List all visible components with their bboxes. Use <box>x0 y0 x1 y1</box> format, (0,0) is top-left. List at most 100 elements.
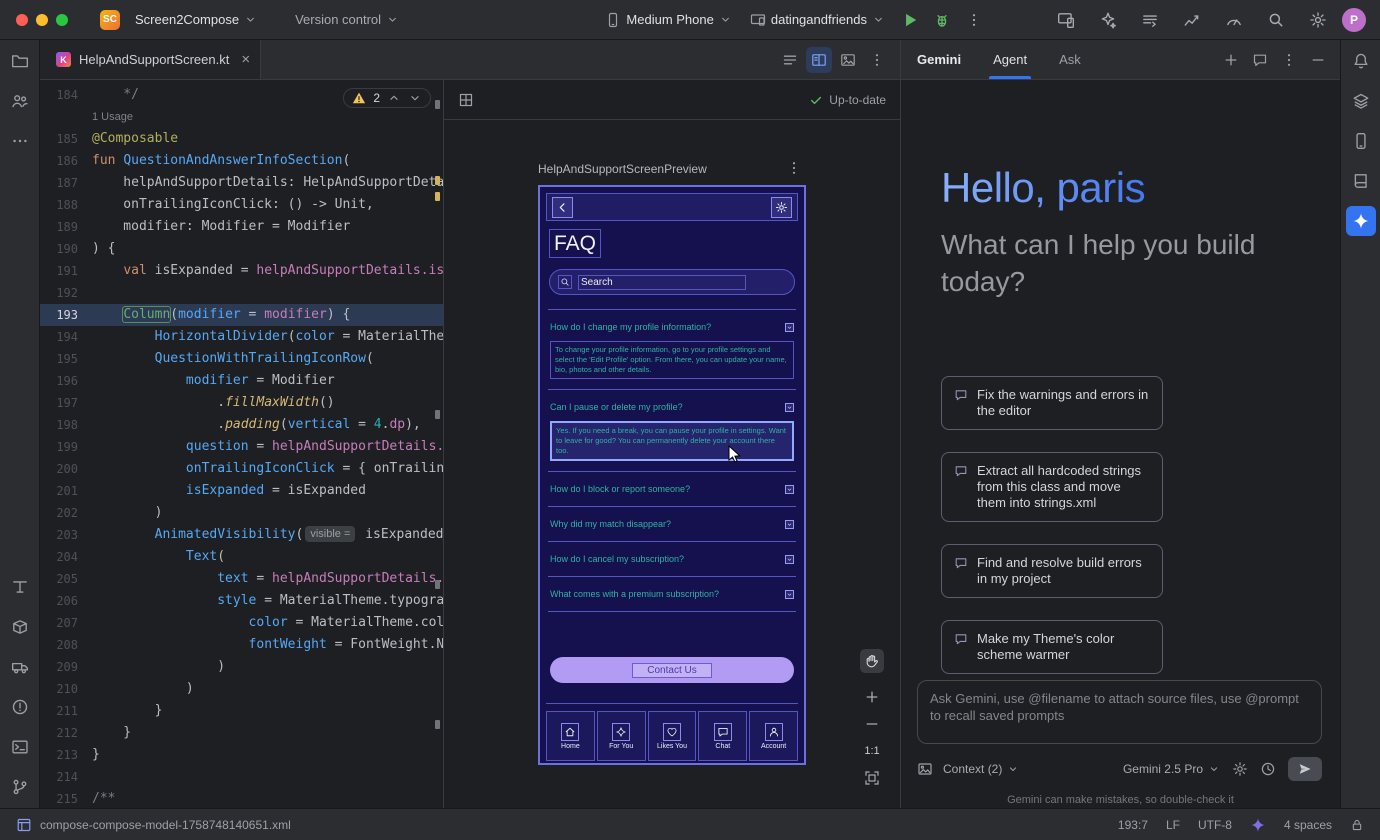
editor-tab[interactable]: K HelpAndSupportScreen.kt × <box>40 40 261 79</box>
expand-icon[interactable] <box>785 590 794 599</box>
previous-warning-button[interactable] <box>387 91 401 105</box>
preview-options-button[interactable] <box>786 160 802 176</box>
code-line[interactable]: 201 isExpanded = isExpanded <box>40 480 443 502</box>
terminal-tool-button[interactable] <box>5 732 35 762</box>
running-devices-button[interactable] <box>1052 6 1080 34</box>
more-run-actions-button[interactable] <box>960 6 988 34</box>
code-line[interactable]: 198 .padding(vertical = 4.dp), <box>40 414 443 436</box>
device-explorer-button[interactable] <box>1346 86 1376 116</box>
faq-question[interactable]: How do I cancel my subscription? <box>550 552 794 566</box>
stripe-mark[interactable] <box>435 720 440 729</box>
faq-question[interactable]: Can I pause or delete my profile? <box>550 400 794 414</box>
zoom-out-button[interactable] <box>860 712 884 736</box>
gemini-prompt-input[interactable]: Ask Gemini, use @filename to attach sour… <box>917 680 1322 744</box>
code-line[interactable]: 208 fontWeight = FontWeight.Normal <box>40 634 443 656</box>
design-tools-button[interactable] <box>5 572 35 602</box>
nav-likes-you[interactable]: Likes You <box>648 711 697 761</box>
code-line[interactable]: 202 ) <box>40 502 443 524</box>
editor-options-button[interactable] <box>864 47 890 73</box>
code-line[interactable]: 215/** <box>40 788 443 808</box>
stripe-mark[interactable] <box>435 100 440 109</box>
settings-button[interactable] <box>771 197 792 218</box>
expand-icon[interactable] <box>785 485 794 494</box>
warning-stripe-mark[interactable] <box>435 192 440 201</box>
code-line[interactable]: 191 val isExpanded = helpAndSupportDetai… <box>40 260 443 282</box>
app-quality-insights-button[interactable] <box>1178 6 1206 34</box>
minimize-window-button[interactable] <box>36 14 48 26</box>
nav-home[interactable]: Home <box>546 711 595 761</box>
code-line[interactable]: 193 Column(modifier = modifier) { <box>40 304 443 326</box>
next-warning-button[interactable] <box>408 91 422 105</box>
logcat-button[interactable] <box>1136 6 1164 34</box>
code-line[interactable]: 188 onTrailingIconClick: () -> Unit, <box>40 194 443 216</box>
more-tools-button[interactable] <box>5 126 35 156</box>
expand-icon[interactable] <box>785 323 794 332</box>
expand-icon[interactable] <box>785 403 794 412</box>
nav-chat[interactable]: Chat <box>698 711 747 761</box>
version-control-tool-button[interactable] <box>5 772 35 802</box>
split-view-button[interactable] <box>806 47 832 73</box>
code-line[interactable]: 197 .fillMaxWidth() <box>40 392 443 414</box>
zoom-reset-button[interactable]: 1:1 <box>860 739 884 763</box>
line-separator[interactable]: LF <box>1166 818 1180 832</box>
device-selector[interactable]: Medium Phone <box>598 6 738 34</box>
code-line[interactable]: 210 ) <box>40 678 443 700</box>
code-line[interactable]: 209 ) <box>40 656 443 678</box>
project-tool-button[interactable] <box>5 46 35 76</box>
user-avatar[interactable]: P <box>1342 8 1366 32</box>
settings-button[interactable] <box>1304 6 1332 34</box>
prompt-history-button[interactable] <box>1260 761 1276 777</box>
ui-check-mode-icon[interactable] <box>458 92 474 108</box>
problems-tool-button[interactable] <box>5 692 35 722</box>
stripe-mark[interactable] <box>435 580 440 589</box>
code-line[interactable]: 207 color = MaterialTheme.colorScheme.on… <box>40 612 443 634</box>
faq-question[interactable]: Why did my match disappear? <box>550 517 794 531</box>
pull-requests-tool-button[interactable] <box>5 86 35 116</box>
code-line[interactable]: 187 helpAndSupportDetails: HelpAndSuppor… <box>40 172 443 194</box>
attach-image-button[interactable] <box>917 761 933 777</box>
faq-question[interactable]: What comes with a premium subscription? <box>550 587 794 601</box>
zoom-window-button[interactable] <box>56 14 68 26</box>
search-everywhere-button[interactable] <box>1262 6 1290 34</box>
running-devices-button[interactable] <box>1346 126 1376 156</box>
nav-for-you[interactable]: For You <box>597 711 646 761</box>
usage-hint[interactable]: 1 Usage <box>92 111 133 123</box>
code-line[interactable]: 206 style = MaterialTheme.typography.bod… <box>40 590 443 612</box>
hide-panel-button[interactable] <box>1310 52 1326 68</box>
close-window-button[interactable] <box>16 14 28 26</box>
notifications-button[interactable] <box>1346 46 1376 76</box>
pan-tool-button[interactable] <box>860 649 884 673</box>
code-line[interactable]: 199 question = helpAndSupportDetails.que… <box>40 436 443 458</box>
code-line[interactable]: 204 Text( <box>40 546 443 568</box>
contact-us-button[interactable]: Contact Us <box>550 657 794 683</box>
code-line[interactable]: 203 AnimatedVisibility(visible = isExpan… <box>40 524 443 546</box>
inspections-widget[interactable]: 2 <box>343 88 431 108</box>
warning-stripe-mark[interactable] <box>435 176 440 185</box>
run-configuration-selector[interactable]: datingandfriends <box>743 6 892 34</box>
current-file-label[interactable]: compose-compose-model-1758748140651.xml <box>40 818 291 832</box>
gemini-tab-ask[interactable]: Ask <box>1055 40 1085 79</box>
error-stripe[interactable] <box>431 80 443 808</box>
code-line[interactable]: 189 modifier: Modifier = Modifier <box>40 216 443 238</box>
code-editor[interactable]: 184 */1 Usage185@Composable186fun Questi… <box>40 80 443 808</box>
back-button[interactable] <box>552 197 573 218</box>
code-line[interactable]: 196 modifier = Modifier <box>40 370 443 392</box>
packages-tool-button[interactable] <box>5 612 35 642</box>
stripe-mark[interactable] <box>435 410 440 419</box>
faq-question[interactable]: How do I block or report someone? <box>550 482 794 496</box>
suggestion-card[interactable]: Fix the warnings and errors in the edito… <box>941 376 1163 430</box>
chat-history-button[interactable] <box>1252 52 1268 68</box>
code-line[interactable]: 194 HorizontalDivider(color = MaterialTh… <box>40 326 443 348</box>
lock-icon[interactable] <box>1350 818 1364 832</box>
search-field[interactable]: Search <box>549 269 795 295</box>
code-line[interactable]: 192 <box>40 282 443 304</box>
code-line[interactable]: 190) { <box>40 238 443 260</box>
ai-assist-button[interactable] <box>1094 6 1122 34</box>
faq-answer[interactable]: To change your profile information, go t… <box>550 341 794 379</box>
indent-setting[interactable]: 4 spaces <box>1284 818 1332 832</box>
caret-position[interactable]: 193:7 <box>1118 818 1148 832</box>
gemini-tab-agent[interactable]: Agent <box>989 40 1031 79</box>
preview-name-label[interactable]: HelpAndSupportScreenPreview <box>538 162 707 176</box>
model-selector[interactable]: Gemini 2.5 Pro <box>1123 762 1220 776</box>
code-line[interactable]: 200 onTrailingIconClick = { onTrailingIc… <box>40 458 443 480</box>
